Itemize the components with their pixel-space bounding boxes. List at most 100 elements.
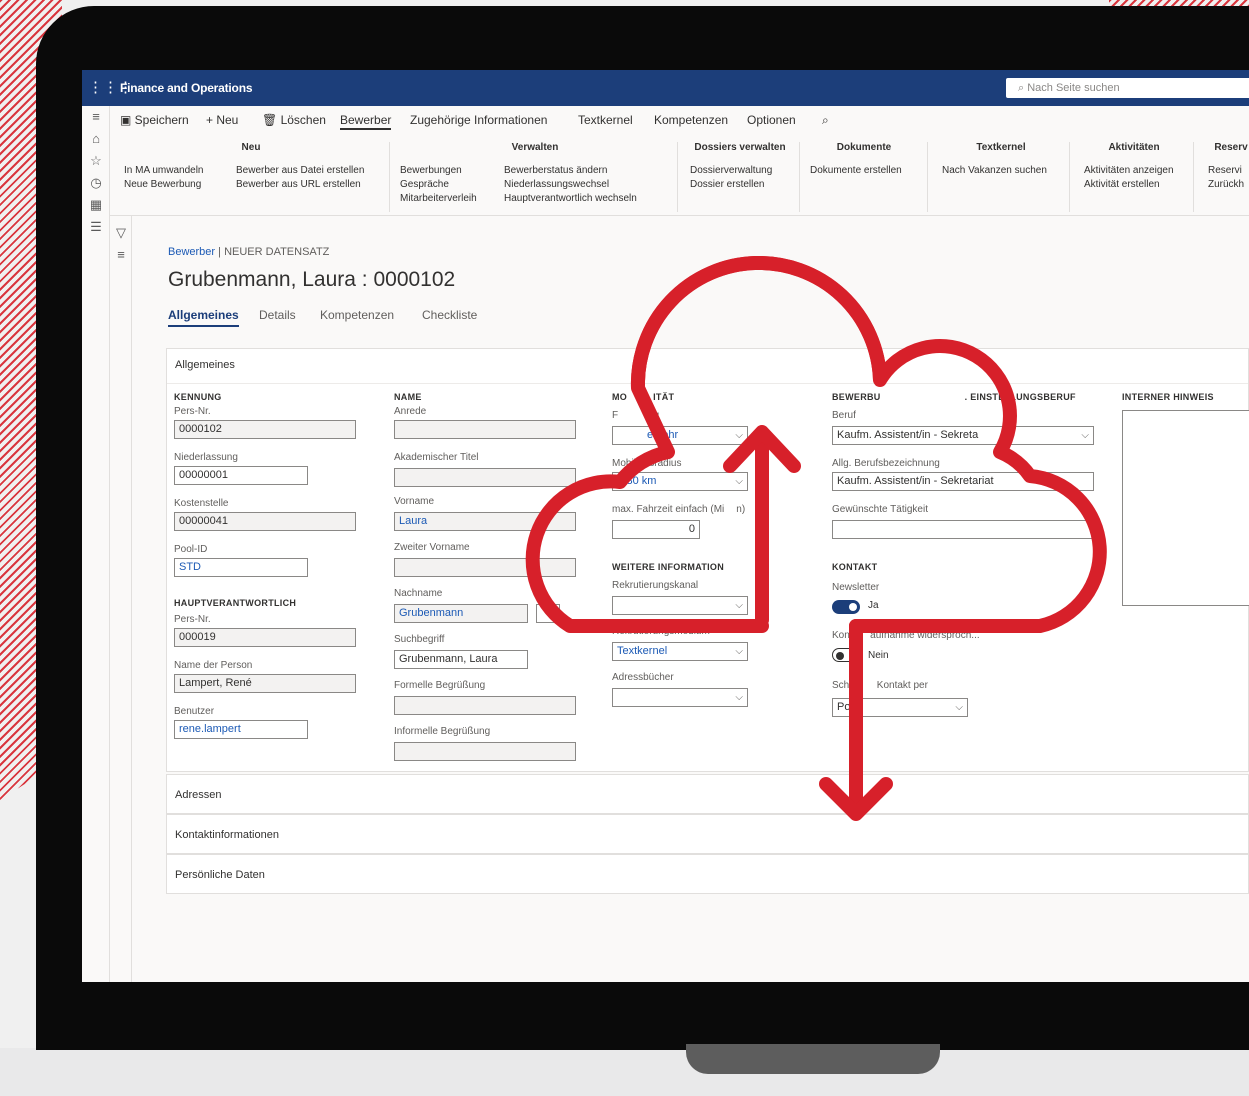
suchbegriff-field[interactable]: Grubenmann, Laura bbox=[394, 650, 528, 669]
fahrzeug-select[interactable]: erkehr ⌵ bbox=[612, 426, 748, 445]
ribbon-item[interactable]: Aktivität erstellen bbox=[1084, 178, 1174, 192]
newsletter-toggle[interactable] bbox=[832, 600, 860, 614]
filter-icon[interactable]: ▽ bbox=[110, 222, 132, 244]
delete-button[interactable]: 🗑 Löschen bbox=[262, 113, 326, 127]
list-icon[interactable]: ≡ bbox=[110, 244, 132, 266]
ribbon-item[interactable]: Aktivitäten anzeigen bbox=[1084, 164, 1174, 178]
rekrutierungskanal-select[interactable]: ⌵ bbox=[612, 596, 748, 615]
home-icon[interactable]: ⌂ bbox=[82, 128, 110, 150]
field-label: Pool-ID bbox=[174, 544, 208, 555]
ribbon-item[interactable]: Dossierverwaltung bbox=[690, 164, 772, 178]
search-actions-icon[interactable]: ⌕ bbox=[822, 113, 829, 128]
field-label: Vorname bbox=[394, 496, 435, 507]
berufsbezeichnung-field[interactable]: Kaufm. Assistent/in - Sekretariat bbox=[832, 472, 1094, 491]
kostenstelle-field[interactable]: 00000041 bbox=[174, 512, 356, 531]
title-part: BEWERBU bbox=[832, 392, 881, 402]
tab-optionen[interactable]: Optionen bbox=[747, 113, 796, 127]
fasttab-adressen[interactable]: Adressen bbox=[166, 774, 1249, 814]
group-title: Reserv bbox=[1214, 142, 1248, 153]
pool-id-field[interactable]: STD bbox=[174, 558, 308, 577]
ribbon-item[interactable]: Bewerbungen bbox=[400, 164, 477, 178]
mobilitaetsradius-select[interactable]: < 30 km ⌵ bbox=[612, 472, 748, 491]
titel-field[interactable] bbox=[394, 468, 576, 487]
anrede-field[interactable] bbox=[394, 420, 576, 439]
select-value: Textkernel bbox=[617, 645, 668, 657]
section-title: KONTAKT bbox=[832, 562, 878, 572]
rekrutierungsmedium-select[interactable]: Textkernel ⌵ bbox=[612, 642, 748, 661]
workspaces-icon[interactable]: ▦ bbox=[82, 194, 110, 216]
beruf-select[interactable]: Kaufm. Assistent/in - Sekreta ⌵ bbox=[832, 426, 1094, 445]
informelle-begruessung-field[interactable] bbox=[394, 742, 576, 761]
group-title: Dokumente bbox=[836, 142, 892, 153]
ribbon-item[interactable]: Reservi bbox=[1208, 164, 1244, 178]
fasttab-kontaktinformationen[interactable]: Kontaktinformationen bbox=[166, 814, 1249, 854]
edit-icon[interactable]: ✎ bbox=[536, 604, 560, 623]
chevron-down-icon: ⌵ bbox=[735, 600, 743, 611]
select-value: erkehr bbox=[647, 429, 679, 441]
tab-bewerber[interactable]: Bewerber bbox=[340, 113, 392, 130]
tab-details[interactable]: Details bbox=[259, 308, 296, 322]
recent-icon[interactable]: ◷ bbox=[82, 172, 110, 194]
adressbuecher-select[interactable]: ⌵ bbox=[612, 688, 748, 707]
kontakt-per-select[interactable]: Post ⌵ bbox=[832, 698, 968, 717]
ribbon-item[interactable]: Niederlassungswechsel bbox=[504, 178, 637, 192]
page-search[interactable]: ⌕ Nach Seite suchen bbox=[1006, 78, 1249, 98]
niederlassung-field[interactable]: 00000001 bbox=[174, 466, 308, 485]
modules-icon[interactable]: ☰ bbox=[82, 216, 110, 238]
select-value: < 30 km bbox=[617, 475, 657, 487]
title-part: ITÄT bbox=[653, 392, 675, 402]
benutzer-field[interactable]: rene.lampert bbox=[174, 720, 308, 739]
fasttab-persoenliche-daten[interactable]: Persönliche Daten bbox=[166, 854, 1249, 894]
ribbon-item[interactable]: Nach Vakanzen suchen bbox=[942, 164, 1047, 178]
pers-nr-field[interactable]: 0000102 bbox=[174, 420, 356, 439]
ribbon-item[interactable]: Dokumente erstellen bbox=[810, 164, 902, 178]
ribbon-group-verwalten: Verwalten Bewerbungen Gespräche Mitarbeite… bbox=[400, 142, 678, 212]
fasttab-title: Kontaktinformationen bbox=[175, 829, 279, 841]
save-button[interactable]: ▣ Speichern bbox=[120, 113, 189, 127]
section-title: INTERNER HINWEIS bbox=[1122, 392, 1214, 402]
favorites-icon[interactable]: ☆ bbox=[82, 150, 110, 172]
field-label: Pers-Nr. bbox=[174, 406, 211, 417]
ribbon-group-reserv: Reserv Reservi Zurückh bbox=[1206, 142, 1249, 212]
ribbon-item[interactable]: Neue Bewerbung bbox=[124, 178, 204, 192]
zweiter-vorname-field[interactable] bbox=[394, 558, 576, 577]
tab-textkernel[interactable]: Textkernel bbox=[578, 113, 633, 127]
tab-kompetenzen-form[interactable]: Kompetenzen bbox=[320, 308, 394, 322]
ribbon-item[interactable]: In MA umwandeln bbox=[124, 164, 204, 178]
ribbon-item[interactable]: Zurückh bbox=[1208, 178, 1244, 192]
ribbon-item[interactable]: Hauptverantwortlich wechseln bbox=[504, 192, 637, 206]
field-label: Beruf bbox=[832, 410, 856, 421]
section-title: WEITERE INFORMATION bbox=[612, 562, 725, 572]
vorname-field[interactable]: Laura bbox=[394, 512, 576, 531]
menu-icon[interactable]: ≡ bbox=[82, 106, 110, 128]
ribbon-item[interactable]: Mitarbeiterverleih bbox=[400, 192, 477, 206]
interner-hinweis-textarea[interactable] bbox=[1122, 410, 1249, 606]
ribbon-item[interactable]: Gespräche bbox=[400, 178, 477, 192]
fasttab-allgemeines: Allgemeines bbox=[166, 348, 1249, 772]
fahrzeit-field[interactable]: 0 bbox=[612, 520, 700, 539]
taetigkeit-field[interactable] bbox=[832, 520, 1094, 539]
formelle-begruessung-field[interactable] bbox=[394, 696, 576, 715]
field-label: Kostenstelle bbox=[174, 498, 229, 509]
ribbon-item[interactable]: Bewerber aus URL erstellen bbox=[236, 178, 364, 192]
haupt-name-field[interactable]: Lampert, René bbox=[174, 674, 356, 693]
breadcrumb-link[interactable]: Bewerber bbox=[168, 246, 215, 258]
ribbon-item[interactable]: Dossier erstellen bbox=[690, 178, 772, 192]
haupt-pers-nr-field[interactable]: 000019 bbox=[174, 628, 356, 647]
title-part: . EINSTELLUNGSBERUF bbox=[964, 392, 1076, 402]
widerspruch-toggle[interactable] bbox=[832, 648, 860, 662]
chevron-down-icon: ⌵ bbox=[955, 702, 963, 713]
fasttab-title[interactable]: Allgemeines bbox=[175, 359, 235, 371]
tab-kompetenzen[interactable]: Kompetenzen bbox=[654, 113, 728, 127]
nachname-field[interactable]: Grubenmann bbox=[394, 604, 528, 623]
field-label: Zweiter Vorname bbox=[394, 542, 470, 553]
new-button[interactable]: + Neu bbox=[206, 113, 238, 127]
tab-checkliste[interactable]: Checkliste bbox=[422, 308, 477, 322]
tab-allgemeines[interactable]: Allgemeines bbox=[168, 308, 239, 327]
ribbon-item[interactable]: Bewerberstatus ändern bbox=[504, 164, 637, 178]
toggle-value: Nein bbox=[868, 650, 889, 661]
ribbon-item[interactable]: Bewerber aus Datei erstellen bbox=[236, 164, 364, 178]
tab-zugehoerige-informationen[interactable]: Zugehörige Informationen bbox=[410, 113, 547, 127]
app-screen: ⋮⋮⋮ Finance and Operations ⌕ Nach Seite … bbox=[82, 70, 1249, 982]
ribbon: Neu In MA umwandeln Neue Bewerbung Bewerb… bbox=[110, 132, 1249, 216]
